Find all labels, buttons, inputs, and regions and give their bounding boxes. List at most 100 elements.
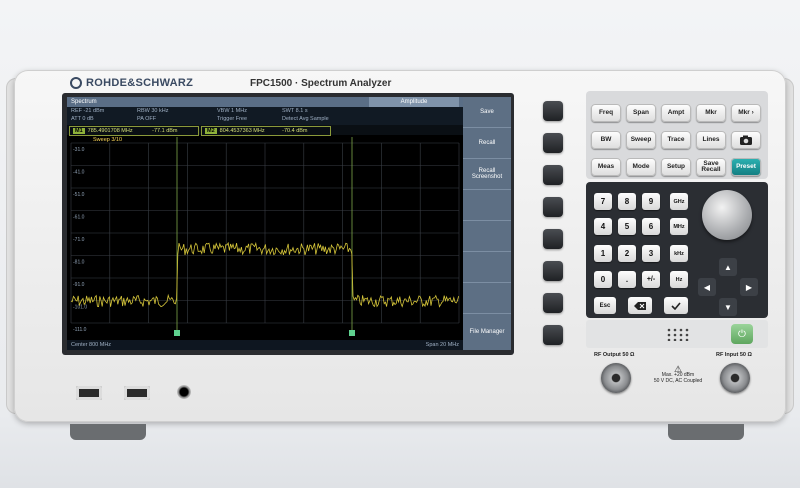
spectrum-plot: -31.0 -41.0 -51.0 -61.0 -71.0 -81.0 -91.0 -101.… [70, 137, 460, 336]
lines-key[interactable]: Lines [696, 131, 726, 149]
key-8[interactable]: 8 [618, 193, 636, 210]
key-1[interactable]: 1 [594, 245, 612, 262]
rf-input-label: RF Input 50 Ω [716, 352, 752, 358]
side-button-6[interactable] [543, 261, 563, 281]
rf-output-label: RF Output 50 Ω [594, 352, 635, 358]
ampt-key[interactable]: Ampt [661, 104, 691, 122]
rf-output-connector[interactable] [601, 363, 631, 393]
mhz-key[interactable]: MHz [670, 218, 688, 235]
chevron-up-icon: ▲ [724, 262, 732, 272]
y-tick-label: -41.0 [73, 170, 85, 176]
preset-key[interactable]: Preset [731, 158, 761, 176]
meas-key[interactable]: Meas [591, 158, 621, 176]
rohde-schwarz-logo-icon [70, 77, 82, 89]
key-3[interactable]: 3 [642, 245, 660, 262]
side-button-1[interactable] [543, 101, 563, 121]
enter-key[interactable] [664, 297, 688, 314]
y-tick-label: -51.0 [73, 192, 85, 198]
key-7[interactable]: 7 [594, 193, 612, 210]
model-title: FPC1500 · Spectrum Analyzer [250, 78, 392, 89]
softkey-7[interactable] [463, 283, 511, 314]
param-ref: REF -21 dBm [71, 108, 105, 114]
side-button-7[interactable] [543, 293, 563, 313]
screen-titlebar: Spectrum Amplitude [67, 97, 463, 107]
freq-key[interactable]: Freq [591, 104, 621, 122]
param-trigger: Trigger Free [217, 116, 248, 122]
marker-2-freq: 804.4537363 MHz [219, 128, 265, 134]
arrow-up-button[interactable]: ▲ [719, 258, 737, 276]
arrow-right-button[interactable]: ▶ [740, 278, 758, 296]
usb-port-2[interactable] [124, 386, 150, 400]
checkmark-icon [671, 301, 681, 310]
screenshot-key[interactable] [731, 131, 761, 149]
ghz-key[interactable]: GHz [670, 193, 688, 210]
param-vbw: VBW 1 MHz [217, 108, 247, 114]
param-swt: SWT 8.1 s [282, 108, 308, 114]
softkey-5[interactable] [463, 221, 511, 252]
side-button-2[interactable] [543, 133, 563, 153]
param-rbw: RBW 30 kHz [137, 108, 169, 114]
side-button-4[interactable] [543, 197, 563, 217]
rf-input-connector[interactable] [720, 363, 750, 393]
side-button-8[interactable] [543, 325, 563, 345]
usb-port-1[interactable] [76, 386, 102, 400]
trace-key[interactable]: Trace [661, 131, 691, 149]
y-tick-label: -61.0 [73, 215, 85, 221]
arrow-down-button[interactable]: ▼ [719, 298, 737, 316]
key-2[interactable]: 2 [618, 245, 636, 262]
key-plus-minus[interactable]: +/- [642, 271, 660, 288]
key-0[interactable]: 0 [594, 271, 612, 288]
speaker-icon [667, 328, 689, 341]
span-value: Span 20 MHz [425, 342, 459, 348]
param-att: ATT 0 dB [71, 116, 94, 122]
bw-key[interactable]: BW [591, 131, 621, 149]
arrow-left-button[interactable]: ◀ [698, 278, 716, 296]
key-9[interactable]: 9 [642, 193, 660, 210]
headphone-jack[interactable] [177, 385, 191, 399]
marker-bar: M1 785.4901708 MHz -77.1 dBm M2 804.453736… [67, 125, 463, 136]
softkey-recall[interactable]: Recall [463, 128, 511, 159]
center-frequency: Center 800 MHz [71, 342, 112, 348]
setup-key[interactable]: Setup [661, 158, 691, 176]
arrow-pad: ▲ ◀ ▶ ▼ [698, 258, 758, 316]
side-button-5[interactable] [543, 229, 563, 249]
softkey-6[interactable] [463, 252, 511, 283]
y-tick-label: -101.0 [73, 305, 87, 311]
marker-2-level: -70.4 dBm [282, 128, 308, 134]
key-6[interactable]: 6 [642, 218, 660, 235]
power-icon: ⏻ [738, 328, 746, 340]
sweep-counter: Sweep 3/10 [93, 137, 123, 143]
rotary-knob[interactable] [702, 190, 752, 240]
save-recall-key[interactable]: Save Recall [696, 158, 726, 176]
softkey-menu: Save Recall Recall Screenshot File Manag… [463, 97, 511, 350]
key-4[interactable]: 4 [594, 218, 612, 235]
chevron-right-icon: ▶ [745, 282, 753, 292]
marker-1-freq: 785.4901708 MHz [87, 128, 133, 134]
power-button[interactable]: ⏻ [731, 324, 753, 344]
brand-logo: ROHDE&SCHWARZ [70, 77, 193, 89]
sweep-key[interactable]: Sweep [626, 131, 656, 149]
marker-1-level: -77.1 dBm [152, 128, 178, 134]
key-5[interactable]: 5 [618, 218, 636, 235]
marker-1-flag[interactable] [174, 330, 180, 336]
marker-2-flag[interactable] [349, 330, 355, 336]
y-tick-label: -71.0 [73, 237, 85, 243]
softkey-save[interactable]: Save [463, 97, 511, 128]
softkey-file-manager[interactable]: File Manager [463, 314, 511, 350]
mkr-key[interactable]: Mkr [696, 104, 726, 122]
esc-key[interactable]: Esc [594, 297, 616, 314]
side-button-3[interactable] [543, 165, 563, 185]
param-detect: Detect Avg Sample [282, 116, 329, 122]
span-key[interactable]: Span [626, 104, 656, 122]
softkey-4[interactable] [463, 190, 511, 221]
backspace-key[interactable] [628, 297, 652, 314]
hz-key[interactable]: Hz [670, 271, 688, 288]
key-decimal[interactable]: . [618, 271, 636, 288]
marker-2-id: M2 [205, 128, 217, 134]
khz-key[interactable]: kHz [670, 245, 688, 262]
softkey-recall-screenshot[interactable]: Recall Screenshot [463, 159, 511, 190]
menu-title: Amplitude [369, 97, 459, 107]
right-foot [668, 424, 744, 440]
mode-key[interactable]: Mode [626, 158, 656, 176]
mkr-arrow-key[interactable]: Mkr › [731, 104, 761, 122]
